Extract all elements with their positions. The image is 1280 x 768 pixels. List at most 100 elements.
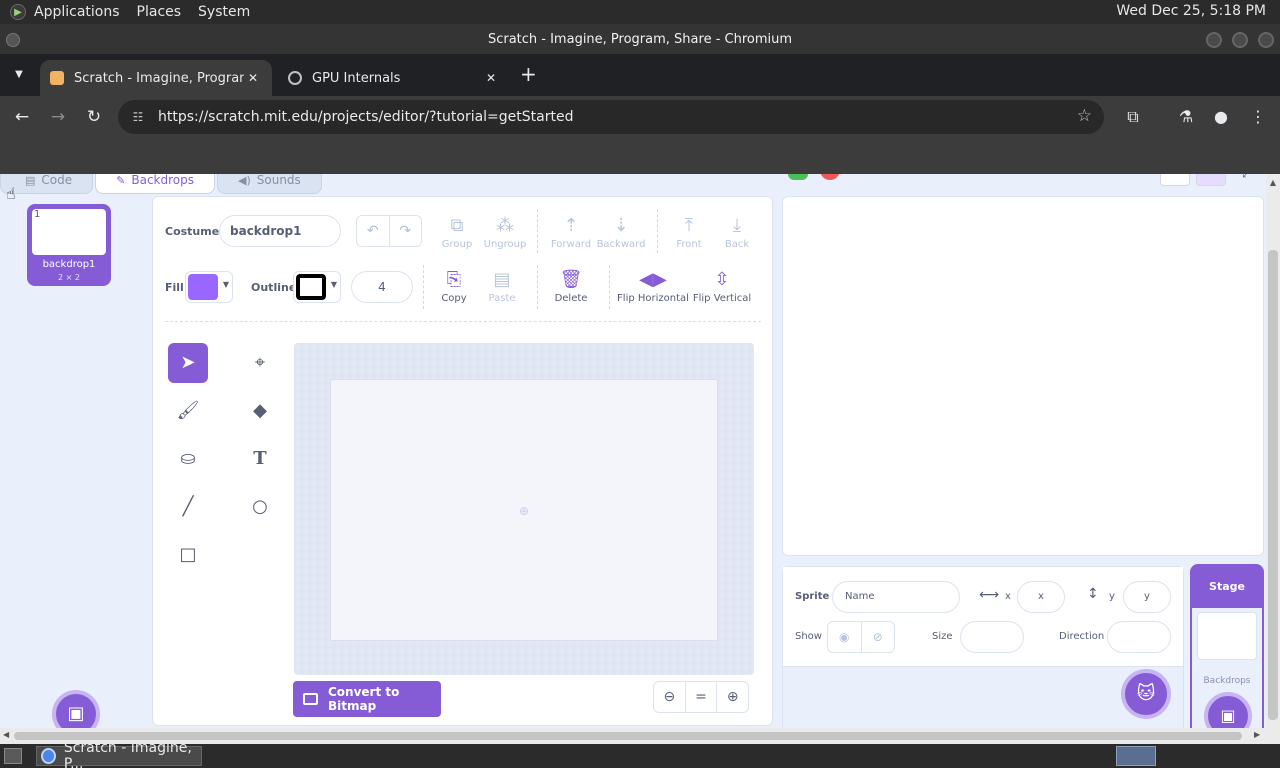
bookmark-star-icon[interactable]: ☆ — [1077, 106, 1092, 126]
taskbar-window-button[interactable]: Scratch - Imagine, P... — [36, 740, 202, 768]
reshape-tool-icon[interactable]: ⌖ — [240, 343, 280, 383]
os-menu-applications[interactable]: Applications — [34, 4, 120, 20]
add-sprite-button[interactable]: 🐱 — [1121, 669, 1171, 719]
forward-button[interactable]: ⇡ Forward — [543, 213, 599, 250]
labs-icon[interactable]: ⚗ — [1175, 106, 1197, 128]
zoom-in-icon[interactable]: ⊕ — [716, 682, 748, 712]
profile-icon[interactable]: ● — [1210, 106, 1232, 128]
os-taskbar: Scratch - Imagine, P... — [0, 740, 1280, 768]
tab-title: Scratch - Imagine, Program, Share — [74, 70, 244, 86]
show-desktop-icon[interactable] — [4, 748, 22, 764]
browser-menu-icon[interactable]: ⋮ — [1247, 106, 1269, 128]
tab-search-icon[interactable]: ▼ — [8, 64, 30, 86]
scroll-up-icon[interactable]: ▲ — [1268, 178, 1278, 187]
backdrop-index: 1 — [34, 209, 41, 220]
url-text[interactable]: https://scratch.mit.edu/projects/editor/… — [158, 109, 573, 125]
horizontal-scroll-thumb[interactable] — [14, 732, 1242, 740]
tab-scratch[interactable]: Scratch - Imagine, Program, Share ✕ — [40, 60, 272, 96]
maximize-button[interactable] — [1232, 32, 1248, 48]
canvas-drawing-area[interactable]: ⊕ — [330, 379, 718, 641]
image-icon — [303, 693, 318, 705]
show-label: Show — [795, 631, 822, 642]
select-tool-icon[interactable]: ➤ — [168, 343, 208, 383]
taskbar-window-title: Scratch - Imagine, P... — [63, 740, 192, 768]
vertical-scroll-thumb[interactable] — [1268, 250, 1278, 720]
tab-sounds-label: Sounds — [256, 174, 301, 187]
circle-tool-icon[interactable]: ○ — [240, 487, 280, 527]
close-tab-icon[interactable]: ✕ — [244, 71, 262, 85]
paint-canvas[interactable]: ⊕ — [294, 343, 754, 675]
tab-backdrops[interactable]: ✎ Backdrops — [95, 174, 215, 194]
delete-button[interactable]: 🗑 Delete — [543, 267, 599, 304]
close-tab-icon[interactable]: ✕ — [482, 71, 500, 85]
close-window-button[interactable] — [1258, 32, 1274, 48]
outline-width-input[interactable]: 4 — [351, 271, 413, 303]
paste-icon: ▤ — [493, 269, 511, 290]
text-tool-icon[interactable]: T — [240, 439, 280, 479]
cat-icon: 🐱 — [1136, 683, 1156, 704]
backward-button[interactable]: ⇣ Backward — [593, 213, 649, 250]
hand-cursor-icon: ☝ — [6, 184, 16, 203]
fill-color-picker[interactable]: ▼ — [185, 271, 233, 303]
window-titlebar[interactable]: Scratch - Imagine, Program, Share - Chro… — [0, 24, 1280, 54]
tab-gpu-internals[interactable]: GPU Internals ✕ — [278, 60, 510, 96]
zoom-out-icon[interactable]: ⊖ — [654, 682, 685, 712]
scroll-right-icon[interactable]: ▶ — [1254, 730, 1260, 739]
large-stage-button[interactable] — [1196, 174, 1226, 186]
brush-tool-icon[interactable]: 🖌 — [168, 391, 208, 431]
page-vertical-scrollbar[interactable]: ▲ — [1266, 174, 1280, 744]
costume-name-input[interactable]: backdrop1 — [219, 215, 341, 247]
address-bar[interactable]: ☷ https://scratch.mit.edu/projects/edito… — [118, 100, 1104, 134]
backdrop-item[interactable]: 1 backdrop1 2 × 2 — [27, 204, 111, 286]
os-top-panel: ▶ Applications Places System Wed Dec 25,… — [0, 0, 1280, 24]
back-button[interactable]: ⤓ Back — [709, 213, 765, 250]
flip-horizontal-button[interactable]: ◀▶ Flip Horizontal — [615, 267, 691, 304]
window-menu-icon[interactable] — [6, 33, 20, 47]
forward-icon[interactable]: → — [47, 106, 69, 128]
zoom-reset-icon[interactable]: = — [684, 682, 717, 712]
line-tool-icon[interactable]: ╱ — [168, 487, 208, 527]
ungroup-button[interactable]: ⁂ Ungroup — [477, 213, 533, 250]
fill-tool-icon[interactable]: ⛀ — [168, 439, 208, 479]
fullscreen-icon[interactable]: ⤢ — [1232, 174, 1262, 186]
eraser-tool-icon[interactable]: ◆ — [240, 391, 280, 431]
reload-icon[interactable]: ↻ — [83, 106, 105, 128]
scroll-left-icon[interactable]: ◀ — [3, 730, 9, 739]
horizontal-arrows-icon: ⟷ — [979, 587, 1000, 603]
undo-icon[interactable]: ↶ — [357, 216, 389, 246]
y-label: y — [1109, 591, 1115, 602]
toolbar-divider — [657, 209, 658, 253]
site-info-icon[interactable]: ☷ — [128, 110, 148, 124]
paste-button[interactable]: ▤ Paste — [474, 267, 530, 304]
flip-vertical-button[interactable]: ⇳ Flip Vertical — [691, 267, 753, 304]
convert-to-bitmap-button[interactable]: Convert to Bitmap — [293, 681, 441, 717]
outline-color-picker[interactable]: ▼ — [293, 271, 341, 303]
os-clock[interactable]: Wed Dec 25, 5:18 PM — [1116, 3, 1266, 19]
eye-icon[interactable]: ◉ — [828, 622, 861, 652]
stop-button[interactable] — [820, 174, 840, 180]
os-menu-places[interactable]: Places — [137, 4, 182, 20]
stage-thumbnail[interactable] — [1197, 612, 1257, 660]
direction-input[interactable] — [1107, 621, 1171, 653]
eye-hidden-icon[interactable]: ⊘ — [860, 622, 895, 652]
rectangle-tool-icon[interactable]: □ — [168, 535, 208, 575]
y-input[interactable]: y — [1123, 581, 1171, 613]
sprite-name-input[interactable]: Name — [832, 581, 960, 613]
minimize-button[interactable] — [1206, 32, 1222, 48]
new-tab-button[interactable]: + — [520, 64, 537, 84]
extensions-icon[interactable]: ⧉ — [1122, 106, 1144, 128]
workspace-switcher[interactable] — [1116, 746, 1156, 766]
green-flag-button[interactable] — [788, 174, 808, 180]
os-logo-icon[interactable]: ▶ — [10, 4, 26, 20]
stage-selector[interactable]: Stage Backdrops ▣ — [1190, 564, 1264, 744]
stage-canvas[interactable] — [782, 196, 1264, 556]
size-input[interactable] — [960, 621, 1024, 653]
tab-sounds[interactable]: ◀) Sounds — [217, 174, 322, 194]
x-input[interactable]: x — [1017, 581, 1065, 613]
back-icon[interactable]: ← — [11, 106, 33, 128]
toolbar-divider — [537, 265, 538, 309]
redo-icon[interactable]: ↷ — [388, 216, 422, 246]
small-stage-button[interactable] — [1160, 174, 1190, 186]
os-menu-system[interactable]: System — [198, 4, 250, 20]
size-label: Size — [932, 631, 953, 642]
